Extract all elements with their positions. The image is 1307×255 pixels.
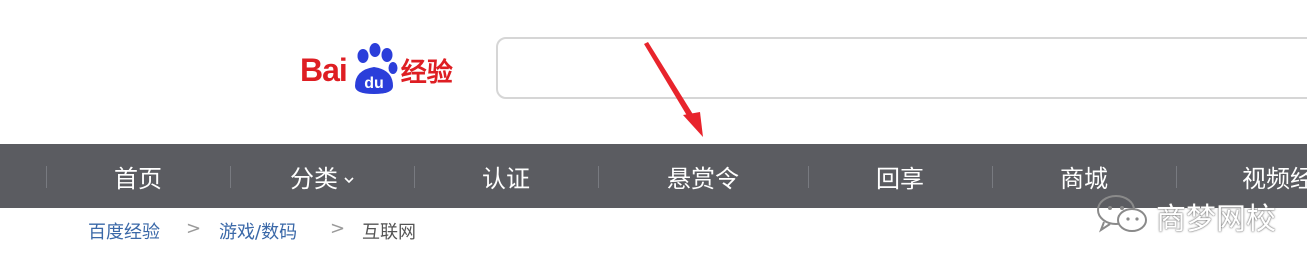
- watermark-text: 商梦网校: [1156, 202, 1276, 237]
- wechat-icon: [1094, 192, 1150, 240]
- watermark: 商梦网校: [1094, 192, 1276, 240]
